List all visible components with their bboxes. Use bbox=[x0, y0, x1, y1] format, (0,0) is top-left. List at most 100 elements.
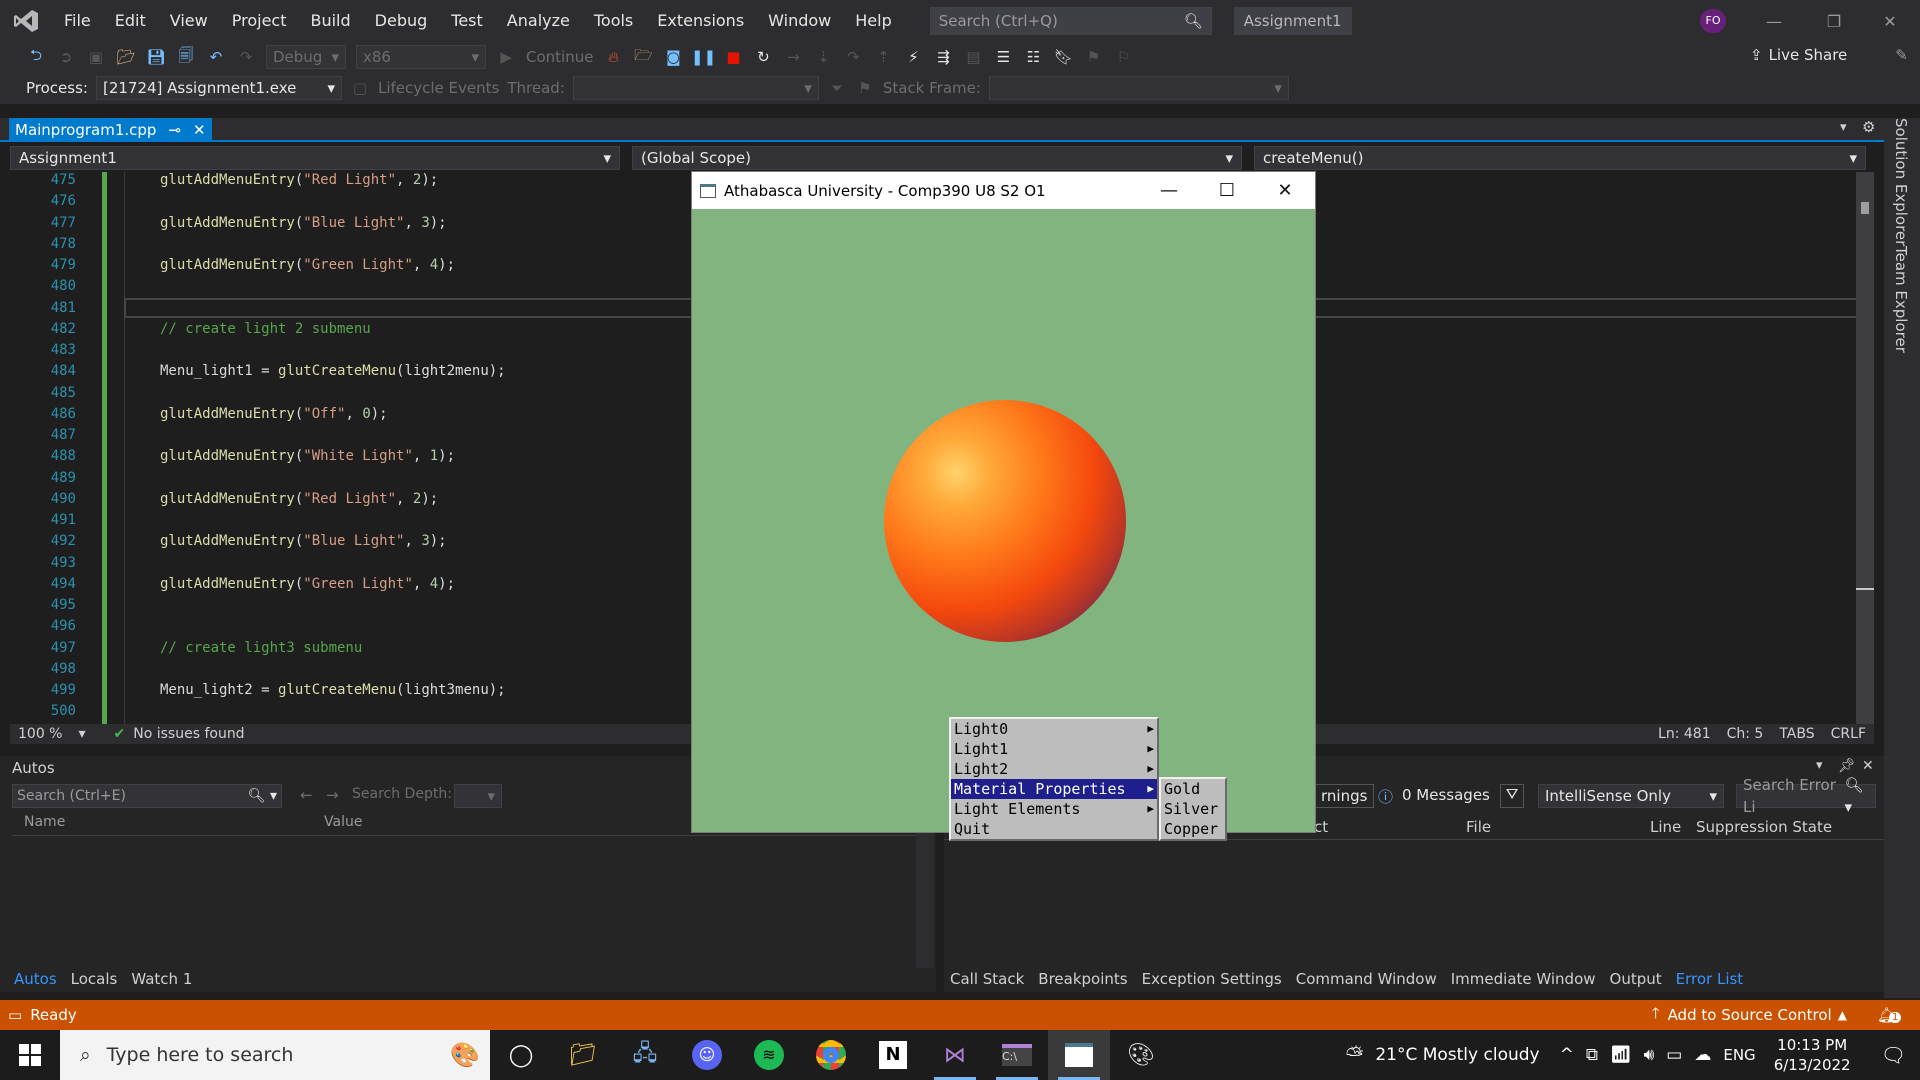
scope-select[interactable]: (Global Scope) ▾ bbox=[632, 146, 1242, 170]
build-intellisense-select[interactable]: IntelliSense Only ▾ bbox=[1538, 784, 1724, 808]
code-line[interactable]: glutAddMenuEntry("White Light", 1); bbox=[160, 448, 455, 464]
glut-menu-item-quit[interactable]: Quit bbox=[951, 819, 1157, 839]
notification-center-icon[interactable]: 🗨 bbox=[1881, 1043, 1906, 1067]
code-line[interactable]: glutAddMenuEntry("Blue Light", 3); bbox=[160, 215, 447, 231]
glut-submenu-item-gold[interactable]: Gold bbox=[1161, 779, 1225, 799]
notifications-icon[interactable]: 🔔︎ 1 bbox=[1877, 1006, 1902, 1024]
glut-menu-item-light1[interactable]: Light1 ▶ bbox=[951, 739, 1157, 759]
code-line[interactable]: glutAddMenuEntry("Blue Light", 3); bbox=[160, 533, 447, 549]
glut-menu-item-light-elements[interactable]: Light Elements ▶ bbox=[951, 799, 1157, 819]
menu-analyze[interactable]: Analyze bbox=[495, 0, 582, 42]
glut-window-icon[interactable] bbox=[1048, 1030, 1110, 1080]
step-into-icon[interactable]: ⇣ bbox=[813, 47, 833, 67]
pause-icon[interactable]: ❚❚ bbox=[691, 47, 716, 67]
save-icon[interactable]: 💾︎ bbox=[146, 47, 166, 67]
suppression-column-header[interactable]: Suppression State bbox=[1696, 818, 1832, 836]
value-column-header[interactable]: Value bbox=[324, 814, 362, 830]
clock[interactable]: 10:13 PM 6/13/2022 bbox=[1774, 1035, 1851, 1075]
code-line[interactable]: glutAddMenuEntry("Red Light", 2); bbox=[160, 172, 438, 188]
code-line[interactable]: Menu_light2 = glutCreateMenu(light3menu)… bbox=[160, 682, 506, 698]
language-indicator[interactable]: ENG bbox=[1723, 1046, 1755, 1064]
back-icon[interactable]: ⮌ bbox=[26, 46, 46, 67]
autos-search-input[interactable]: Search (Ctrl+E) 🔍︎ ▾ bbox=[12, 784, 282, 808]
name-column-header[interactable]: Name bbox=[24, 814, 65, 830]
account-avatar[interactable]: FO bbox=[1700, 9, 1726, 33]
new-item-icon[interactable]: ▣ bbox=[86, 47, 106, 67]
platform-select[interactable]: x86 ▾ bbox=[356, 45, 486, 69]
network-app-icon[interactable]: 🖧 bbox=[614, 1030, 676, 1080]
feedback-icon[interactable]: ✎ bbox=[1895, 46, 1908, 64]
close-icon[interactable]: ✕ bbox=[1862, 758, 1874, 774]
tab-autos[interactable]: Autos bbox=[14, 970, 57, 994]
chrome-icon[interactable] bbox=[800, 1030, 862, 1080]
warnings-filter-button[interactable]: rnings bbox=[1314, 784, 1375, 808]
error-list-search-input[interactable]: Search Error Li 🔍︎▾ bbox=[1736, 776, 1876, 816]
tab-output[interactable]: Output bbox=[1610, 970, 1662, 994]
lifecycle-events-button[interactable]: Lifecycle Events bbox=[378, 79, 499, 97]
quick-search-box[interactable]: Search (Ctrl+Q) 🔍︎ bbox=[929, 7, 1212, 35]
live-share-button[interactable]: ⇪ Live Share ✎ bbox=[1750, 46, 1908, 64]
code-line[interactable]: glutAddMenuEntry("Green Light", 4); bbox=[160, 257, 455, 273]
pin-icon[interactable]: 📌︎ bbox=[1838, 758, 1856, 774]
step-out-icon[interactable]: ⇡ bbox=[873, 47, 893, 67]
meet-now-icon[interactable]: ⧉ bbox=[1586, 1045, 1598, 1065]
menu-debug[interactable]: Debug bbox=[363, 0, 440, 42]
code-line[interactable]: glutAddMenuEntry("Off", 0); bbox=[160, 406, 388, 422]
scrollbar-thumb[interactable] bbox=[1861, 202, 1869, 214]
toggle-flag-icon[interactable]: ⚑ bbox=[855, 78, 875, 98]
threads-icon[interactable]: ⇶ bbox=[933, 47, 953, 67]
line-ending[interactable]: CRLF bbox=[1823, 726, 1874, 742]
project-column-header[interactable]: ct bbox=[1314, 818, 1328, 836]
code-line[interactable]: // create light 2 submenu bbox=[160, 321, 371, 337]
file-column-header[interactable]: File bbox=[1466, 818, 1491, 836]
start-button[interactable] bbox=[0, 1030, 60, 1080]
visual-studio-logo-icon[interactable] bbox=[0, 0, 52, 42]
maximize-icon[interactable]: ☐ bbox=[1198, 172, 1256, 209]
menu-extensions[interactable]: Extensions bbox=[645, 0, 756, 42]
stop-icon[interactable]: ■ bbox=[723, 47, 743, 67]
gear-icon[interactable]: ⚙ bbox=[1862, 118, 1875, 136]
code-line[interactable]: Menu_light1 = glutCreateMenu(light2menu)… bbox=[160, 363, 506, 379]
close-icon[interactable]: ✕ bbox=[1256, 172, 1314, 209]
weather-text[interactable]: 21°C Mostly cloudy bbox=[1375, 1045, 1539, 1065]
console-icon[interactable]: C:\ bbox=[986, 1030, 1048, 1080]
thread-select[interactable]: ▾ bbox=[572, 76, 819, 100]
minimize-icon[interactable]: — bbox=[1744, 0, 1804, 42]
menu-project[interactable]: Project bbox=[220, 0, 299, 42]
restart-icon[interactable]: ↻ bbox=[753, 47, 773, 67]
tab-overflow-icon[interactable]: ▾ bbox=[1840, 120, 1847, 135]
tab-immediate-window[interactable]: Immediate Window bbox=[1451, 970, 1596, 994]
paint-app-icon[interactable]: 🎨︎ bbox=[1110, 1030, 1172, 1080]
menu-build[interactable]: Build bbox=[298, 0, 362, 42]
forward-icon[interactable]: ➲ bbox=[56, 47, 76, 67]
taskbar-search-box[interactable]: ⌕ Type here to search 🎨 bbox=[60, 1030, 490, 1080]
discord-icon[interactable]: ☺ bbox=[676, 1030, 738, 1080]
restore-icon[interactable]: ❐ bbox=[1804, 0, 1864, 42]
configuration-select[interactable]: Debug ▾ bbox=[266, 45, 346, 69]
task-view-icon[interactable]: ◯ bbox=[490, 1030, 552, 1080]
menu-window[interactable]: Window bbox=[756, 0, 843, 42]
pin-icon[interactable]: ⊸ bbox=[168, 121, 181, 139]
tab-command-window[interactable]: Command Window bbox=[1296, 970, 1437, 994]
prev-bookmark-icon[interactable]: ⚑ bbox=[1083, 47, 1103, 67]
glut-menu-item-material-properties[interactable]: Material Properties ▶ bbox=[951, 779, 1157, 799]
project-select[interactable]: Assignment1 ▾ bbox=[10, 146, 620, 170]
chevron-up-icon[interactable]: ▲ bbox=[1838, 1008, 1847, 1022]
editor-scrollbar[interactable] bbox=[1856, 172, 1874, 724]
glut-menu-item-light0[interactable]: Light0 ▶ bbox=[951, 719, 1157, 739]
screenshot-icon[interactable]: ◙ bbox=[663, 47, 683, 67]
tab-watch-1[interactable]: Watch 1 bbox=[131, 970, 192, 994]
messages-filter-button[interactable]: 0 Messages bbox=[1402, 786, 1490, 804]
code-line[interactable]: glutAddMenuEntry("Red Light", 2); bbox=[160, 491, 438, 507]
weather-icon[interactable]: ⛅︎ bbox=[1346, 1043, 1364, 1068]
hex-display-icon[interactable]: ⚡︎ bbox=[903, 47, 923, 67]
uncomment-icon[interactable]: ☷ bbox=[1023, 47, 1043, 67]
clear-filter-icon[interactable]: ⛛ bbox=[1500, 784, 1524, 808]
code-line[interactable]: // create light3 submenu bbox=[160, 640, 362, 656]
undo-icon[interactable]: ↶ bbox=[206, 47, 226, 67]
hot-reload-icon[interactable]: 🔥︎ bbox=[603, 47, 623, 67]
step-over-icon[interactable]: ↷ bbox=[843, 47, 863, 67]
tab-locals[interactable]: Locals bbox=[71, 970, 118, 994]
back-icon[interactable]: ← bbox=[300, 786, 313, 804]
indent-mode[interactable]: TABS bbox=[1771, 726, 1822, 742]
